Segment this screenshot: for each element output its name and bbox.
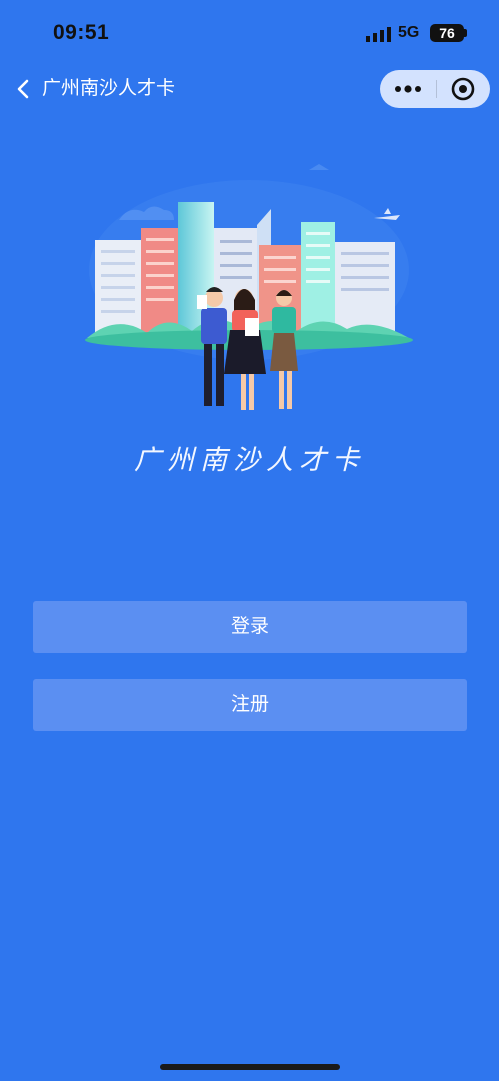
status-bar: 09:51 5G 76 [0, 0, 499, 66]
mini-program-capsule [380, 70, 490, 108]
home-indicator[interactable] [160, 1064, 340, 1070]
status-time: 09:51 [53, 21, 110, 44]
back-arrow-icon[interactable] [14, 76, 34, 102]
battery-tip [464, 29, 467, 37]
signal-icon [366, 27, 391, 42]
register-button[interactable]: 注册 [33, 679, 467, 731]
nav-title: 广州南沙人才卡 [42, 78, 176, 99]
network-type: 5G [398, 24, 420, 41]
more-icon[interactable] [380, 70, 436, 108]
login-button[interactable]: 登录 [33, 601, 467, 653]
battery-icon: 76 [430, 24, 464, 42]
battery-level: 76 [439, 25, 455, 41]
nav-bar: 广州南沙人才卡 [0, 66, 499, 112]
city-illustration [85, 164, 413, 410]
close-circle-icon[interactable] [437, 70, 490, 108]
hero-title: 广州南沙人才卡 [134, 445, 365, 476]
